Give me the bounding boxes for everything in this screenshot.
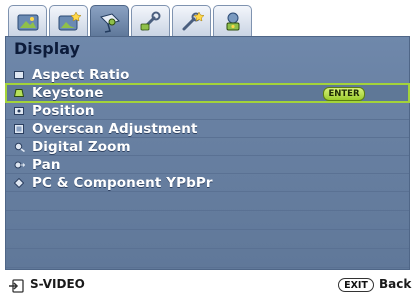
status-bar: S-VIDEO EXIT Back — [0, 274, 415, 296]
tab-setup-basic[interactable] — [131, 5, 170, 37]
menu-tab-bar — [8, 5, 252, 38]
menu-item-label: Aspect Ratio — [32, 66, 130, 83]
menu-item-digital-zoom[interactable]: Digital Zoom — [6, 138, 409, 156]
osd-menu: Display Aspect Ratio Keystone ENTER Posi… — [0, 0, 415, 296]
display-icon — [99, 13, 120, 33]
empty-row — [6, 192, 409, 211]
page-title: Display — [14, 39, 80, 58]
menu-item-label: Position — [32, 102, 95, 119]
information-icon — [226, 12, 239, 30]
empty-row — [6, 211, 409, 230]
setup-basic-icon — [140, 11, 160, 30]
picture-advanced-icon — [58, 10, 81, 30]
empty-row — [6, 230, 409, 249]
keystone-icon — [10, 88, 28, 97]
menu-item-overscan-adjustment[interactable]: Overscan Adjustment — [6, 120, 409, 138]
picture-icon — [17, 14, 38, 30]
menu-item-label: Pan — [32, 156, 61, 173]
digital-zoom-icon — [10, 142, 28, 152]
tab-information[interactable] — [213, 5, 252, 37]
pan-icon — [10, 160, 28, 170]
setup-advanced-icon — [182, 10, 204, 30]
display-menu-panel: Display Aspect Ratio Keystone ENTER Posi… — [5, 36, 410, 287]
menu-item-pan[interactable]: Pan — [6, 156, 409, 174]
menu-item-position[interactable]: Position — [6, 102, 409, 120]
input-source-label: S-VIDEO — [30, 277, 85, 291]
tab-display[interactable] — [90, 5, 129, 38]
enter-button[interactable]: ENTER — [323, 87, 365, 101]
menu-item-keystone[interactable]: Keystone ENTER — [5, 83, 410, 103]
overscan-icon — [10, 123, 28, 134]
menu-item-aspect-ratio[interactable]: Aspect Ratio — [6, 66, 409, 84]
tab-picture-advanced[interactable] — [49, 5, 88, 37]
back-label: Back — [379, 277, 412, 291]
pc-component-icon — [10, 177, 28, 188]
menu-item-label: Keystone — [32, 84, 104, 101]
input-source-icon — [8, 278, 24, 293]
menu-list: Aspect Ratio Keystone ENTER Position Ove… — [5, 66, 410, 287]
aspect-ratio-icon — [10, 70, 28, 79]
empty-row — [6, 249, 409, 268]
tab-picture[interactable] — [8, 5, 47, 37]
menu-item-label: Overscan Adjustment — [32, 120, 198, 137]
position-icon — [10, 106, 28, 115]
tab-setup-advanced[interactable] — [172, 5, 211, 37]
menu-item-pc-component-ypbpr[interactable]: PC & Component YPbPr — [6, 174, 409, 192]
menu-item-label: PC & Component YPbPr — [32, 174, 213, 191]
menu-item-label: Digital Zoom — [32, 138, 131, 155]
exit-button[interactable]: EXIT — [338, 278, 374, 292]
